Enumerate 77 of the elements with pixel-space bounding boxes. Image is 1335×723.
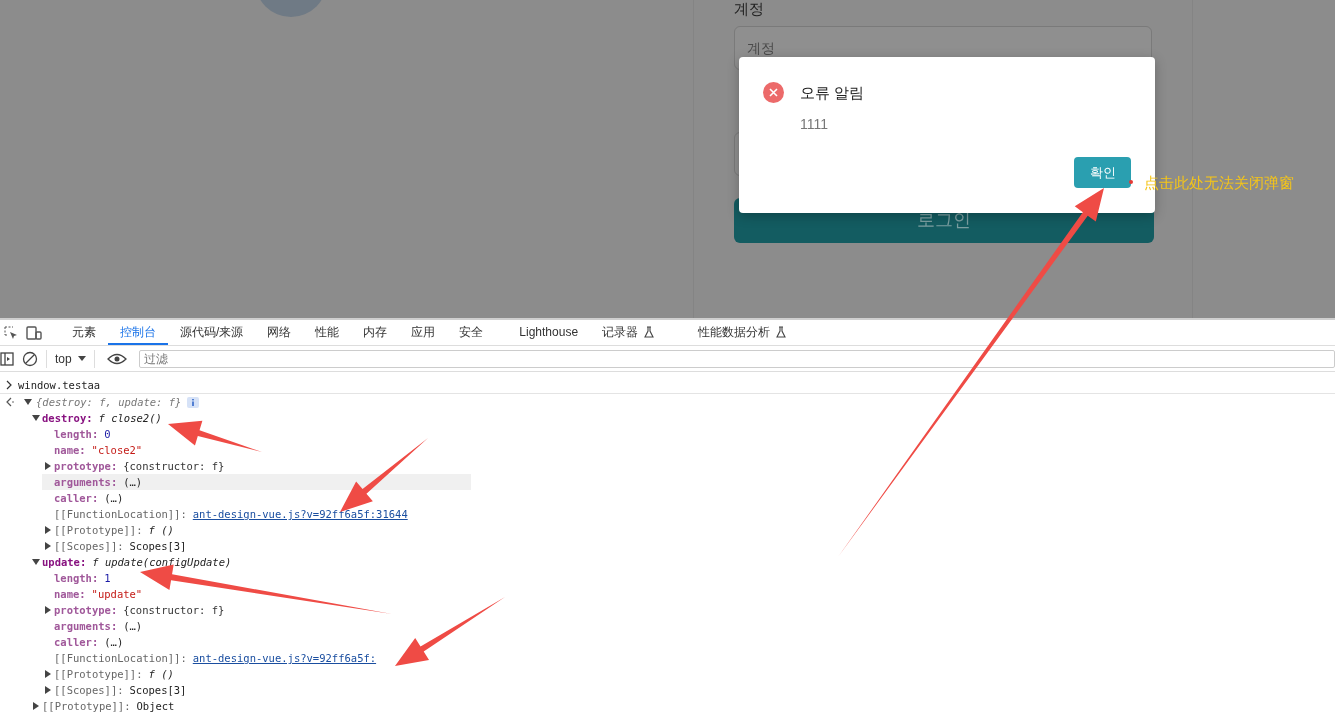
property-value: f (): [148, 523, 174, 538]
clear-icon: [22, 350, 38, 367]
property-key: [[Prototype]]:: [54, 522, 143, 538]
property-key: [[Scopes]]:: [54, 682, 124, 698]
property-value: 0: [104, 427, 111, 442]
property-key: caller:: [54, 490, 99, 506]
devtools-tab[interactable]: 性能数据分析: [686, 320, 799, 345]
property-key: [[Prototype]]:: [42, 698, 131, 714]
annotation-dot: [1129, 180, 1133, 184]
property-key: name:: [54, 442, 86, 458]
devtools-tab[interactable]: 记录器: [590, 320, 667, 345]
caret-icon: [77, 355, 86, 362]
dialog-title: 오류 알림: [800, 83, 865, 103]
property-key: prototype:: [54, 458, 118, 474]
inspect-icon: [4, 325, 18, 340]
property-key: arguments:: [54, 618, 118, 634]
property-value: f close2(): [98, 411, 162, 426]
property-value: (…): [104, 635, 124, 650]
expand-icon[interactable]: [44, 670, 52, 678]
eye-icon: [106, 352, 127, 365]
source-link[interactable]: ant-design-vue.js?v=92ff6a5f:: [192, 650, 377, 666]
property-key: length:: [54, 426, 99, 442]
expand-icon[interactable]: [32, 702, 40, 710]
devtools-tab[interactable]: Lighthouse: [507, 320, 591, 345]
property-key: [[FunctionLocation]]:: [54, 506, 187, 522]
property-value: "update": [91, 587, 143, 602]
devtools-tab[interactable]: 应用: [399, 320, 448, 345]
property-key: arguments:: [54, 474, 118, 490]
property-value: (…): [123, 475, 143, 490]
command-text: window.testaa: [18, 378, 101, 393]
expand-icon[interactable]: [44, 606, 52, 614]
property-value: f (): [148, 667, 174, 682]
property-key: [[FunctionLocation]]:: [54, 650, 187, 666]
collapse-icon[interactable]: [24, 398, 32, 406]
error-icon: [763, 82, 784, 103]
devtools-tab[interactable]: 网络: [255, 320, 304, 345]
device-icon: [26, 325, 42, 340]
devtools-tab[interactable]: 性能: [303, 320, 352, 345]
property-key: destroy:: [42, 410, 93, 426]
field-label: 계정: [734, 0, 765, 18]
property-key: update:: [42, 554, 87, 570]
property-key: [[Scopes]]:: [54, 538, 124, 554]
devtools-tab[interactable]: 控制台: [108, 320, 168, 345]
property-value: Scopes[3]: [129, 539, 187, 554]
sidebar-icon: [0, 351, 14, 366]
devtools-tab[interactable]: 源代码/来源: [168, 320, 256, 345]
property-key: [[Prototype]]:: [54, 666, 143, 682]
property-value: {constructor: f}: [123, 459, 225, 474]
property-value: Object: [136, 699, 175, 714]
property-value: "close2": [91, 443, 143, 458]
property-value: Scopes[3]: [129, 683, 187, 698]
source-link[interactable]: ant-design-vue.js?v=92ff6a5f:31644: [192, 506, 408, 522]
info-icon: [187, 396, 200, 408]
devtools-tab[interactable]: 安全: [447, 320, 496, 345]
prompt-icon: [5, 380, 13, 390]
expand-icon[interactable]: [44, 462, 52, 470]
filter-field[interactable]: 过滤: [138, 349, 1335, 368]
property-value: (…): [123, 619, 143, 634]
dialog-message: 1111: [800, 115, 829, 134]
devtools-tab[interactable]: 内存: [351, 320, 400, 345]
context-selector[interactable]: top: [46, 349, 95, 368]
property-value: 1: [104, 571, 111, 586]
expand-icon[interactable]: [44, 542, 52, 550]
result-icon: [5, 397, 14, 407]
property-value: f update(configUpdate): [92, 555, 232, 570]
property-value: (…): [104, 491, 124, 506]
object-summary: {destroy: f, update: f}: [36, 395, 182, 410]
property-key: caller:: [54, 634, 99, 650]
property-key: name:: [54, 586, 86, 602]
property-key: prototype:: [54, 602, 118, 618]
devtools-tab[interactable]: 元素: [60, 320, 108, 345]
property-key: length:: [54, 570, 99, 586]
expand-icon[interactable]: [44, 526, 52, 534]
expand-icon[interactable]: [44, 686, 52, 694]
property-value: {constructor: f}: [123, 603, 225, 618]
collapse-icon[interactable]: [32, 414, 40, 422]
collapse-icon[interactable]: [32, 558, 40, 566]
